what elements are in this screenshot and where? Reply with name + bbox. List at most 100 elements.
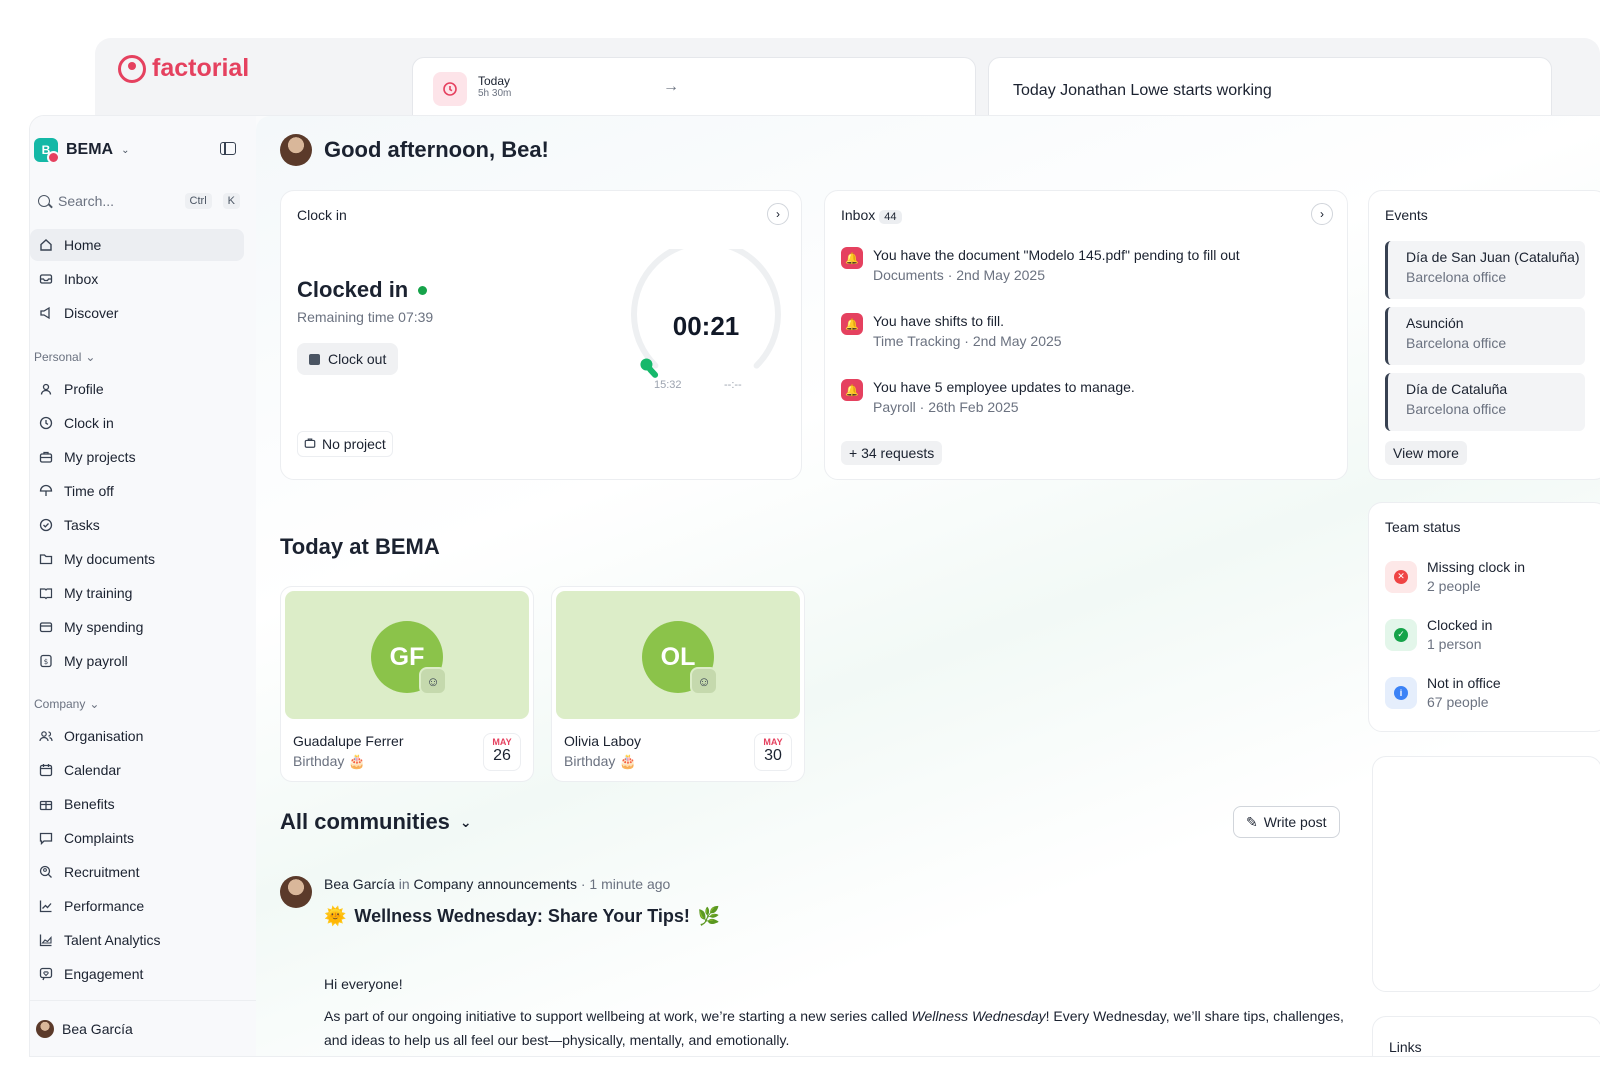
- birthday-card[interactable]: OL ☺ Olivia Laboy Birthday 🎂 MAY 30: [551, 586, 805, 782]
- emoji-react-icon[interactable]: ☺: [419, 667, 447, 695]
- sidebar-item-my-payroll[interactable]: $ My payroll: [30, 645, 244, 677]
- sidebar-item-complaints[interactable]: Complaints: [30, 822, 244, 854]
- sidebar-item-label: Performance: [64, 898, 145, 914]
- card-title: Team status: [1385, 519, 1461, 535]
- event-office: Barcelona office: [1406, 269, 1507, 285]
- chevron-down-icon: ⌄: [121, 144, 130, 156]
- sidebar-item-my-training[interactable]: My training: [30, 577, 244, 609]
- sidebar-item-talent-analytics[interactable]: Talent Analytics: [30, 924, 244, 956]
- clock-icon: [433, 72, 467, 106]
- event-name: Día de San Juan (Cataluña): [1406, 249, 1580, 265]
- sidebar-item-tasks[interactable]: Tasks: [30, 509, 244, 541]
- sidebar-item-label: Recruitment: [64, 864, 140, 880]
- view-more-button[interactable]: View more: [1385, 441, 1467, 465]
- emoji-react-icon[interactable]: ☺: [690, 667, 718, 695]
- search-input[interactable]: Search... Ctrl K: [34, 188, 240, 214]
- sidebar-item-my-documents[interactable]: My documents: [30, 543, 244, 575]
- company-switcher[interactable]: B BEMA ⌄: [34, 138, 130, 164]
- sun-icon: 🌞: [324, 906, 347, 926]
- sidebar-toggle-icon[interactable]: [220, 142, 236, 155]
- trend-icon: [38, 898, 54, 914]
- inbox-item-text: You have shifts to fill.: [873, 313, 1005, 329]
- sidebar-item-discover[interactable]: Discover: [30, 297, 244, 329]
- x-circle-icon: ✕: [1394, 569, 1408, 584]
- sidebar-item-label: My payroll: [64, 653, 128, 669]
- sidebar-item-label: Talent Analytics: [64, 932, 161, 948]
- gauge-handle: [640, 358, 653, 371]
- status-not-in-office[interactable]: i Not in office 67 people: [1385, 675, 1501, 710]
- sidebar-item-time-off[interactable]: Time off: [30, 475, 244, 507]
- avatar: [36, 1019, 54, 1038]
- factorial-logo-text: factorial: [152, 54, 250, 82]
- personal-section-toggle[interactable]: Personal ⌄: [34, 350, 95, 364]
- project-selector[interactable]: No project: [297, 431, 393, 457]
- sidebar-item-label: Discover: [64, 305, 119, 321]
- user-icon: [38, 381, 54, 397]
- status-label: Not in office: [1427, 675, 1501, 691]
- inbox-item[interactable]: 🔔 You have shifts to fill. Time Tracking …: [841, 313, 1062, 349]
- inbox-item-text: You have 5 employee updates to manage.: [873, 379, 1135, 395]
- post-in: in: [398, 876, 410, 892]
- event-name: Día de Cataluña: [1406, 381, 1508, 397]
- post-author[interactable]: Bea García: [324, 876, 395, 892]
- sidebar-item-performance[interactable]: Performance: [30, 890, 244, 922]
- card-title: Events: [1385, 207, 1428, 223]
- sidebar-item-engagement[interactable]: Engagement: [30, 958, 244, 990]
- write-post-button[interactable]: ✎ Write post: [1233, 806, 1340, 838]
- section-label: Personal: [34, 350, 82, 364]
- arrow-right-icon[interactable]: →: [663, 78, 679, 96]
- inbox-item[interactable]: 🔔 You have the document "Modelo 145.pdf"…: [841, 247, 1240, 283]
- birthday-month: MAY: [763, 737, 783, 747]
- sidebar-item-inbox[interactable]: Inbox: [30, 263, 244, 295]
- home-icon: [38, 237, 54, 253]
- status-count: 1 person: [1427, 636, 1482, 652]
- chevron-right-icon[interactable]: ›: [1311, 203, 1333, 225]
- sidebar-item-recruitment[interactable]: Recruitment: [30, 856, 244, 888]
- check-circle-icon: [38, 517, 54, 533]
- event-name: Asunción: [1406, 315, 1464, 331]
- post-text: As part of our ongoing initiative to sup…: [324, 1008, 912, 1024]
- cake-icon: 🎂: [348, 753, 366, 769]
- status-missing-clock-in[interactable]: ✕ Missing clock in 2 people: [1385, 559, 1525, 594]
- event-item[interactable]: Día de San Juan (Cataluña) Barcelona off…: [1385, 241, 1585, 299]
- event-item[interactable]: Día de Cataluña Barcelona office: [1385, 373, 1585, 431]
- chevron-right-icon[interactable]: ›: [767, 203, 789, 225]
- clock-out-button[interactable]: Clock out: [297, 343, 399, 375]
- more-requests-button[interactable]: + 34 requests: [841, 441, 943, 465]
- event-item[interactable]: Asunción Barcelona office: [1385, 307, 1585, 365]
- post-community[interactable]: Company announcements: [414, 876, 577, 892]
- birthday-card[interactable]: GF ☺ Guadalupe Ferrer Birthday 🎂 MAY 26: [280, 586, 534, 782]
- sidebar-item-clock-in[interactable]: Clock in: [30, 407, 244, 439]
- svg-text:$: $: [44, 658, 48, 666]
- inbox-item[interactable]: 🔔 You have 5 employee updates to manage.…: [841, 379, 1135, 415]
- company-section-toggle[interactable]: Company ⌄: [34, 697, 99, 711]
- shortcut-key: Ctrl: [184, 193, 212, 209]
- post-time: · 1 minute ago: [580, 876, 671, 892]
- status-clocked-in[interactable]: ✓ Clocked in 1 person: [1385, 617, 1492, 652]
- status-label: Clocked in: [1427, 617, 1493, 633]
- post-paragraph: Hi everyone!: [324, 976, 403, 992]
- sidebar-item-organisation[interactable]: Organisation: [30, 720, 244, 752]
- user-menu[interactable]: Bea García: [30, 1000, 256, 1056]
- birthday-label-text: Birthday: [293, 753, 345, 769]
- sidebar-item-calendar[interactable]: Calendar: [30, 754, 244, 786]
- sidebar-item-label: My documents: [64, 551, 156, 567]
- briefcase-icon: [304, 436, 316, 452]
- clock-status-text: Clocked in: [297, 277, 409, 302]
- gift-icon: [38, 796, 54, 812]
- sidebar-item-profile[interactable]: Profile: [30, 373, 244, 405]
- sidebar-item-benefits[interactable]: Benefits: [30, 788, 244, 820]
- events-card: Events Día de San Juan (Cataluña) Barcel…: [1368, 190, 1600, 480]
- post-title[interactable]: 🌞 Wellness Wednesday: Share Your Tips! 🌿: [324, 906, 720, 927]
- widget-card: [1372, 756, 1600, 992]
- communities-dropdown[interactable]: All communities ⌄: [280, 809, 472, 835]
- book-icon: [38, 585, 54, 601]
- today-duration: 5h 30m: [478, 88, 512, 99]
- sidebar-item-label: Organisation: [64, 728, 144, 744]
- chat-icon: [38, 830, 54, 846]
- chevron-down-icon: ⌄: [85, 350, 96, 364]
- sidebar-item-my-projects[interactable]: My projects: [30, 441, 244, 473]
- sidebar-item-label: My projects: [64, 449, 136, 465]
- sidebar-item-home[interactable]: Home: [30, 229, 244, 261]
- sidebar-item-my-spending[interactable]: My spending: [30, 611, 244, 643]
